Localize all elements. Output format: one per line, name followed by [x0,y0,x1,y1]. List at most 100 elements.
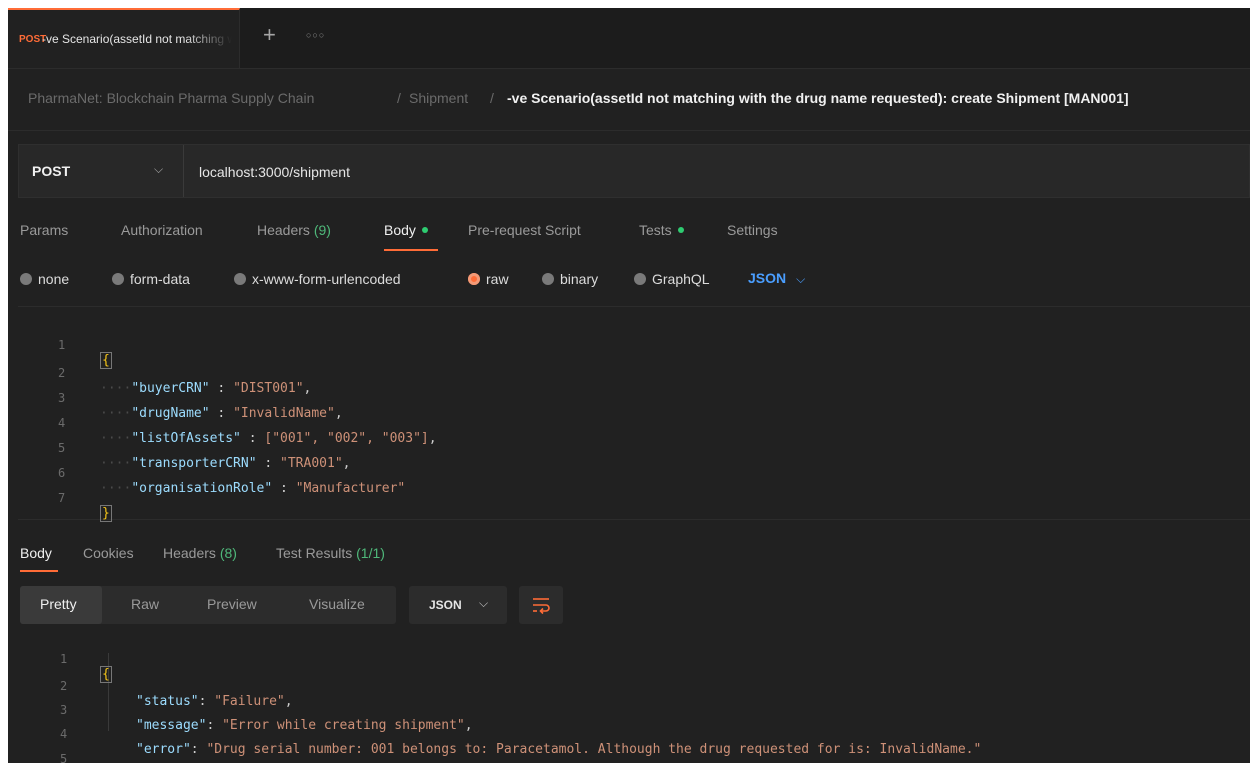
breadcrumb: PharmaNet: Blockchain Pharma Supply Chai… [8,68,1250,131]
code-key: "drugName" [131,406,210,421]
chevron-down-icon: ⌵ [796,272,806,286]
divider [183,145,184,197]
radio-raw-label: raw [486,271,509,287]
line-number: 5 [60,752,68,763]
radio-binary[interactable]: binary [542,271,598,287]
code-line: 1 { [18,323,112,369]
active-tab-indicator [384,249,438,251]
radio-icon [112,273,124,286]
response-format-select[interactable]: JSON ⌵ [409,586,507,624]
view-mode-segmented: Pretty Raw Preview Visualize [20,586,396,624]
breadcrumb-separator: / [490,90,494,106]
code-key: "error" [136,742,191,757]
response-tabs: Body Cookies Headers (8) Test Results (1… [8,538,1250,578]
radio-urlencoded[interactable]: x-www-form-urlencoded [234,271,401,287]
indent-guide [108,653,109,731]
breadcrumb-folder[interactable]: Shipment [409,90,468,106]
code-line: 3 ····"drugName" : "InvalidName", [58,391,343,421]
chevron-down-icon: ⌵ [479,596,489,610]
line-number: 7 [58,491,66,505]
tab-title: -ve Scenario(assetId not matching with t… [42,32,232,46]
more-horizontal-icon[interactable]: ○○○ [306,30,325,40]
status-dot [677,227,684,234]
tab-headers-label: Headers [257,222,310,238]
view-raw[interactable]: Raw [131,596,159,612]
code-key: "status" [136,694,199,709]
url-bar: POST ⌵ [18,144,1250,198]
postman-window: POST -ve Scenario(assetId not matching w… [8,8,1250,763]
status-dot [421,227,428,234]
radio-selected-icon [468,273,480,286]
code-line: 5 } [18,737,67,763]
code-brace: { [100,666,112,683]
radio-raw[interactable]: raw [468,271,509,287]
code-brace: { [100,352,112,369]
code-value: "Failure" [214,694,285,709]
radio-form-data-label: form-data [130,271,190,287]
radio-urlencoded-label: x-www-form-urlencoded [252,271,401,287]
view-visualize[interactable]: Visualize [309,596,365,612]
tab-response-headers[interactable]: Headers (8) [163,545,237,561]
radio-binary-label: binary [560,271,599,287]
body-format-select[interactable]: JSON ⌵ [748,270,805,287]
tab-test-results-label: Test Results [276,545,353,561]
view-pretty[interactable]: Pretty [40,596,77,612]
code-key: "organisationRole" [131,481,273,496]
tab-settings[interactable]: Settings [727,222,778,238]
code-value: "InvalidName" [233,406,335,421]
tab-params[interactable]: Params [20,222,68,238]
radio-graphql[interactable]: GraphQL [634,271,710,287]
response-format-label: JSON [429,598,462,612]
code-value: "Error while creating shipment" [222,718,465,733]
tab-tests-label: Tests [639,222,672,238]
radio-none-label: none [38,271,70,287]
code-line: 5 ····"transporterCRN" : "TRA001", [58,441,351,471]
breadcrumb-collection[interactable]: PharmaNet: Blockchain Pharma Supply Chai… [28,90,314,106]
radio-icon [234,273,246,286]
breadcrumb-request-name[interactable]: -ve Scenario(assetId not matching with t… [507,90,1129,106]
radio-none[interactable]: none [20,271,69,287]
view-preview[interactable]: Preview [207,596,257,612]
tab-tests[interactable]: Tests [639,222,684,238]
code-line: 2 "status": "Failure", [60,679,293,709]
request-tab[interactable]: POST -ve Scenario(assetId not matching w… [8,8,240,68]
code-key: "transporterCRN" [131,456,257,471]
code-line: 4 "error": "Drug serial number: 001 belo… [60,727,982,757]
tab-body[interactable]: Body [384,222,428,238]
code-key: "listOfAssets" [131,431,241,446]
radio-icon [542,273,554,286]
tab-authorization[interactable]: Authorization [121,222,203,238]
test-results-count: (1/1) [356,545,385,561]
wrap-lines-icon[interactable] [519,586,563,624]
tab-response-headers-label: Headers [163,545,216,561]
tab-cookies[interactable]: Cookies [83,545,134,561]
code-line: 1 { [18,637,112,683]
tab-prerequest-script[interactable]: Pre-request Script [468,222,581,238]
tab-body-label: Body [384,222,416,238]
chevron-down-icon[interactable]: ⌵ [154,162,163,177]
request-tabs: Params Authorization Headers (9) Body Pr… [8,216,1250,256]
url-input[interactable] [199,162,1199,182]
active-tab-indicator [20,570,58,572]
tab-headers[interactable]: Headers (9) [257,222,331,238]
response-headers-count: (8) [219,545,237,561]
code-line: 2 ····"buyerCRN" : "DIST001", [58,366,312,396]
code-key: "message" [136,718,207,733]
plus-icon[interactable]: + [263,24,276,46]
radio-icon [634,273,646,286]
radio-form-data[interactable]: form-data [112,271,190,287]
code-value: "Manufacturer" [295,481,406,496]
code-brace: } [100,505,112,522]
tab-bar: POST -ve Scenario(assetId not matching w… [8,8,1250,69]
response-body-viewer[interactable]: 1 { 2 "status": "Failure", 3 "message": … [18,633,1250,763]
radio-graphql-label: GraphQL [652,271,710,287]
radio-icon [20,273,32,286]
code-line: 4 ····"listOfAssets" : ["001", "002", "0… [58,416,437,446]
code-value: "Drug serial number: 001 belongs to: Par… [206,742,982,757]
tab-response-body[interactable]: Body [20,545,52,561]
request-body-editor[interactable]: 1 { 2 ····"buyerCRN" : "DIST001", 3 ····… [18,306,1250,522]
body-type-selector: none form-data x-www-form-urlencoded raw… [8,263,1250,293]
method-select[interactable]: POST [32,163,70,179]
tab-test-results[interactable]: Test Results (1/1) [276,545,385,561]
code-value: ["001", "002", "003"] [264,431,429,446]
